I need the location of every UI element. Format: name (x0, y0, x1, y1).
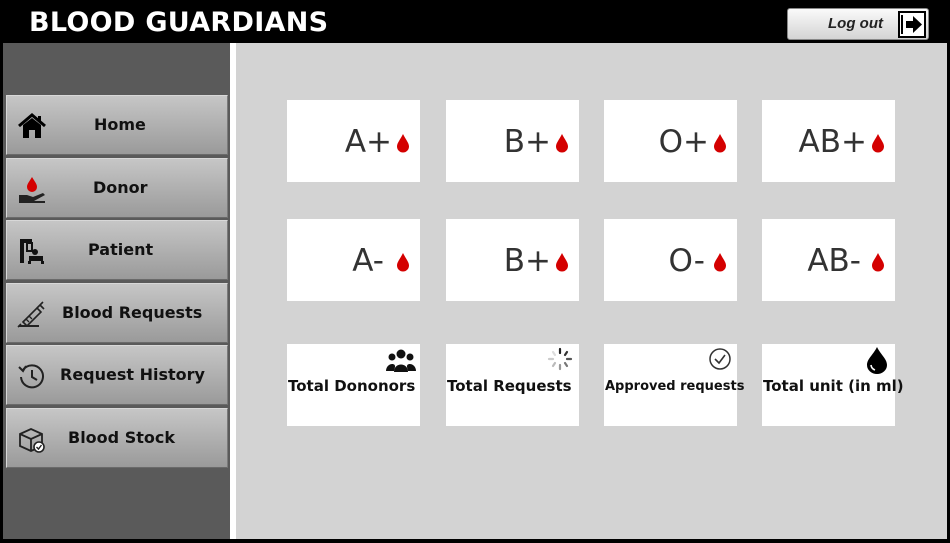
water-drop-icon (867, 347, 887, 374)
sidebar-item-label: Request History (60, 365, 205, 384)
blood-group-label: O- (668, 243, 705, 279)
blood-drop-icon (872, 253, 884, 272)
blood-drop-icon (556, 134, 568, 153)
blood-group-label: A+ (344, 124, 392, 160)
app-window: BLOOD GUARDIANS Log out Home Donor Patie… (0, 0, 950, 543)
blood-group-card[interactable]: AB- (762, 219, 895, 301)
syringe-icon (17, 301, 45, 328)
blood-drop-icon (397, 253, 409, 272)
blood-group-label: AB- (807, 243, 861, 279)
sidebar-item-label: Donor (93, 178, 148, 197)
stat-label: Total Dononors (288, 377, 416, 395)
sidebar-item-blood-stock[interactable]: Blood Stock (6, 408, 228, 468)
blood-drop-icon (556, 253, 568, 272)
home-icon (18, 113, 46, 138)
donor-hand-icon (19, 177, 45, 203)
logout-button[interactable]: Log out (787, 8, 929, 40)
blood-group-card[interactable]: O- (604, 219, 737, 301)
dashboard-main: A+ B+ O+ AB+ A- B+ O- AB- Total Dononors… (236, 43, 947, 539)
blood-stock-box-icon (19, 428, 45, 453)
blood-drop-icon (397, 134, 409, 153)
blood-group-label: B+ (503, 124, 551, 160)
blood-group-card[interactable]: A+ (287, 100, 420, 182)
check-circle-icon (709, 348, 731, 370)
blood-drop-icon (714, 134, 726, 153)
logout-icon (898, 11, 926, 38)
blood-group-card[interactable]: A- (287, 219, 420, 301)
stat-label: Total unit (in ml) (763, 377, 904, 395)
blood-group-label: AB+ (798, 124, 867, 160)
stat-card-total-units[interactable]: Total unit (in ml) (762, 344, 904, 426)
blood-group-label: B+ (503, 243, 551, 279)
blood-group-card[interactable]: O+ (604, 100, 737, 182)
sidebar-item-label: Blood Stock (68, 428, 175, 447)
sidebar-item-blood-requests[interactable]: Blood Requests (6, 283, 228, 343)
sidebar-item-request-history[interactable]: Request History (6, 345, 228, 405)
app-title: BLOOD GUARDIANS (29, 7, 329, 38)
patient-icon (20, 239, 44, 264)
stat-card-approved-requests[interactable]: Approved requests (604, 344, 744, 426)
blood-group-label: A- (352, 243, 384, 279)
sidebar: Home Donor Patient Blood Requests Reques… (3, 43, 230, 539)
sidebar-item-home[interactable]: Home (6, 95, 228, 155)
blood-group-label: O+ (658, 124, 709, 160)
blood-group-card[interactable]: B+ (446, 100, 579, 182)
blood-group-card[interactable]: AB+ (762, 100, 895, 182)
stat-card-total-requests[interactable]: Total Requests (446, 344, 579, 426)
sidebar-item-label: Blood Requests (62, 303, 203, 322)
history-icon (18, 364, 44, 389)
title-bar: BLOOD GUARDIANS Log out (3, 3, 947, 43)
sidebar-item-label: Patient (88, 240, 154, 259)
loading-spinner-icon (547, 347, 573, 371)
stat-label: Approved requests (605, 379, 745, 394)
sidebar-item-patient[interactable]: Patient (6, 220, 228, 280)
stat-label: Total Requests (447, 377, 572, 395)
blood-group-card[interactable]: B+ (446, 219, 579, 301)
sidebar-item-label: Home (94, 115, 146, 134)
logout-label: Log out (828, 15, 883, 32)
sidebar-item-donor[interactable]: Donor (6, 158, 228, 218)
blood-drop-icon (872, 134, 884, 153)
users-group-icon (386, 349, 416, 372)
stat-card-total-donors[interactable]: Total Dononors (287, 344, 420, 426)
blood-drop-icon (714, 253, 726, 272)
